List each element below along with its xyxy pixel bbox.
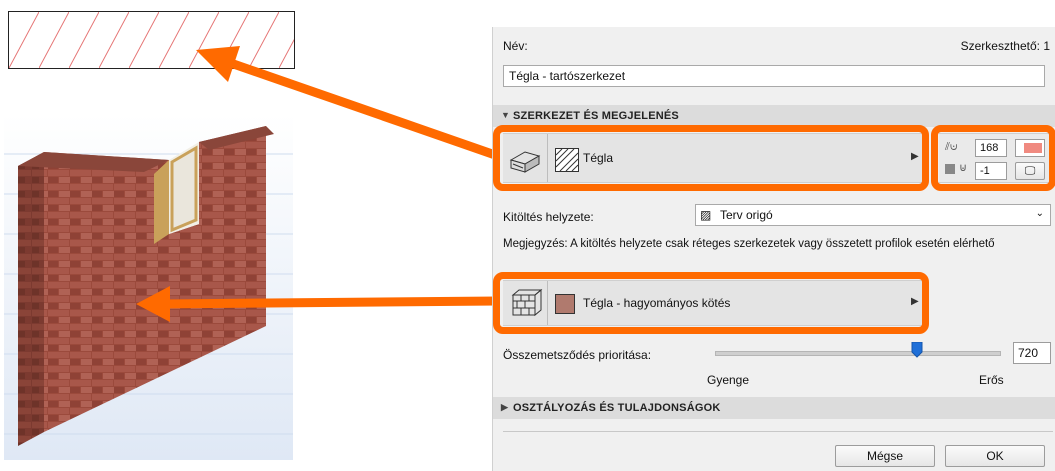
editable-count: Szerkeszthető: 1 xyxy=(960,39,1050,53)
priority-field[interactable]: 720 xyxy=(1013,342,1051,364)
fill-position-value: Terv origó xyxy=(720,208,773,222)
chevron-right-icon: ▶ xyxy=(501,402,509,412)
priority-slider-track[interactable] xyxy=(715,351,1001,356)
section-structure-header[interactable]: ▼ SZERKEZET ÉS MEGJELENÉS xyxy=(493,105,1055,127)
cancel-button[interactable]: Mégse xyxy=(835,445,935,467)
chevron-down-icon: ⌄ xyxy=(1035,208,1044,219)
fill-position-select[interactable]: ▨ Terv origó ⌄ xyxy=(695,204,1051,226)
fill-origin-icon: ▨ xyxy=(700,208,712,222)
fill-position-label: Kitöltés helyzete: xyxy=(503,210,594,224)
priority-slider-thumb[interactable] xyxy=(911,341,923,358)
note-text: Megjegyzés: A kitöltés helyzete csak rét… xyxy=(503,238,995,250)
section-structure-title: SZERKEZET ÉS MEGJELENÉS xyxy=(513,110,679,122)
slider-max-label: Erős xyxy=(979,373,1004,387)
slider-min-label: Gyenge xyxy=(707,373,750,387)
chevron-down-icon: ▼ xyxy=(501,110,511,120)
highlight-surface xyxy=(493,272,929,334)
name-field[interactable]: Tégla - tartószerkezet xyxy=(503,65,1045,87)
ok-button[interactable]: OK xyxy=(945,445,1045,467)
section-classification-header[interactable]: ▶ OSZTÁLYOZÁS ÉS TULAJDONSÁGOK xyxy=(493,397,1055,419)
section-classification-title: OSZTÁLYOZÁS ÉS TULAJDONSÁGOK xyxy=(513,402,721,414)
settings-dialog: Név: Szerkeszthető: 1 Tégla - tartószerk… xyxy=(492,27,1055,471)
highlight-pen xyxy=(931,125,1055,191)
priority-label: Összemetsződés prioritása: xyxy=(503,348,652,362)
name-label: Név: xyxy=(503,39,528,53)
highlight-structure xyxy=(493,125,929,191)
